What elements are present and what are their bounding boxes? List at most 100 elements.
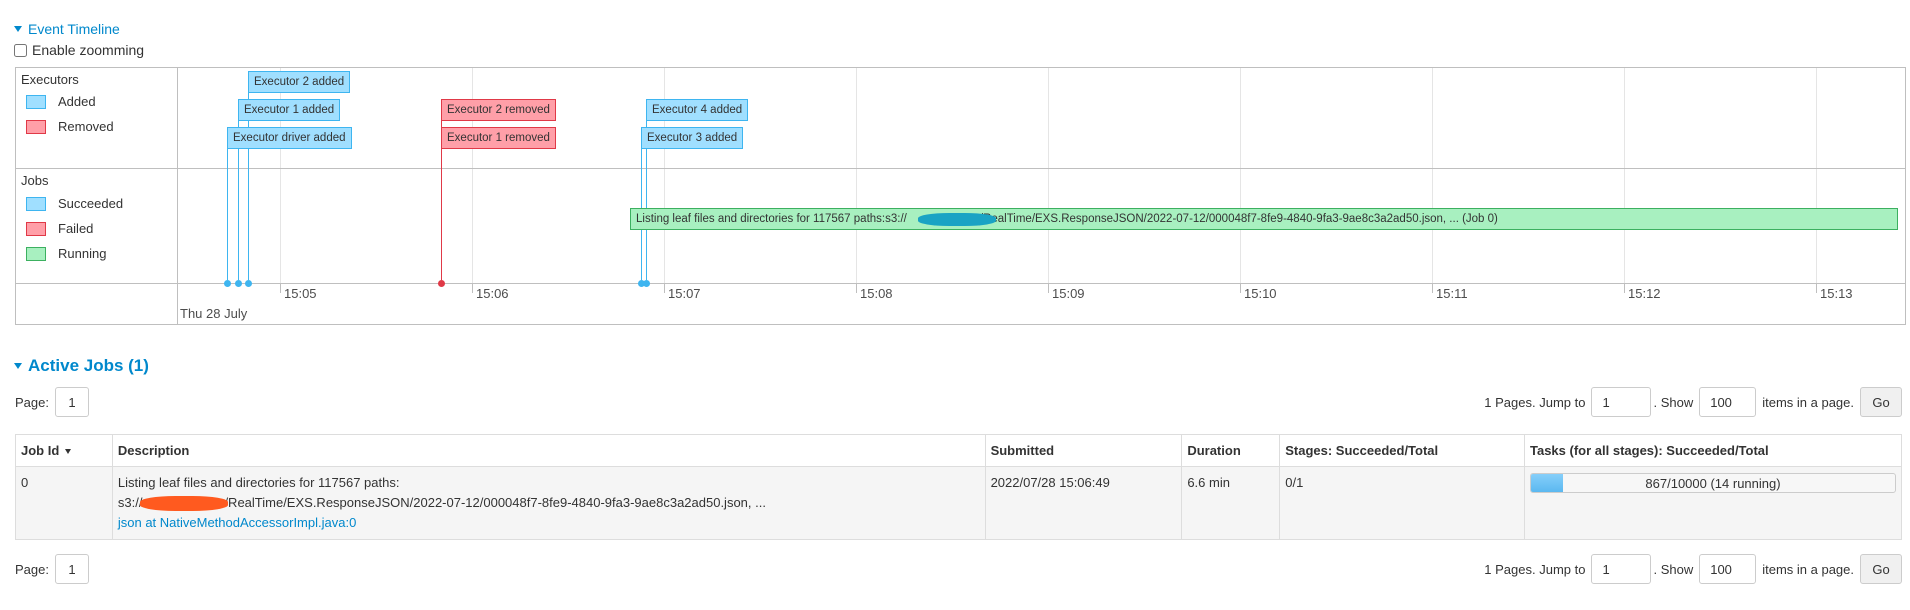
event-executor-driver-added[interactable]: Executor driver added bbox=[227, 127, 352, 149]
legend-label: Removed bbox=[58, 119, 114, 134]
tasks-progress-bar: 867/10000 (14 running) bbox=[1530, 473, 1896, 493]
tick-label: 15:05 bbox=[284, 286, 317, 301]
timeline-date-label: Thu 28 July bbox=[180, 306, 248, 321]
description-line-2: s3:// /RealTime/EXS.ResponseJSON/2022-07-… bbox=[118, 493, 980, 513]
event-timeline-toggle[interactable]: Event Timeline bbox=[14, 21, 120, 37]
jobs-group-title: Jobs bbox=[21, 173, 49, 188]
legend-label: Failed bbox=[58, 221, 94, 236]
tick-mark bbox=[472, 283, 473, 293]
redaction-scribble bbox=[139, 496, 228, 511]
go-button[interactable]: Go bbox=[1860, 387, 1902, 417]
legend-job-succeeded: Succeeded bbox=[26, 196, 123, 211]
event-dot[interactable] bbox=[235, 280, 242, 287]
column-header-stages[interactable]: Stages: Succeeded/Total bbox=[1279, 434, 1525, 467]
path-prefix: s3:// bbox=[117, 495, 143, 510]
items-text: items in a page. bbox=[1762, 561, 1854, 577]
tick-mark bbox=[1432, 283, 1433, 293]
collapse-arrow-icon bbox=[14, 26, 22, 32]
event-connector bbox=[227, 148, 228, 280]
job-description-link[interactable]: json at NativeMethodAccessorImpl.java:0 bbox=[118, 515, 356, 530]
job-bar-text-suffix: /RealTime/EXS.ResponseJSON/2022-07-12/00… bbox=[979, 213, 1498, 225]
legend-executor-removed: Removed bbox=[26, 119, 114, 134]
enable-zooming-label: Enable zoomming bbox=[32, 42, 145, 58]
tick-mark bbox=[1624, 283, 1625, 293]
legend-job-failed: Failed bbox=[26, 221, 93, 236]
column-header-submitted[interactable]: Submitted bbox=[984, 434, 1183, 467]
grid-line bbox=[1624, 68, 1625, 292]
event-executor-1-added[interactable]: Executor 1 added bbox=[238, 99, 341, 121]
column-header-description[interactable]: Description bbox=[111, 434, 986, 467]
sort-desc-icon bbox=[65, 449, 72, 455]
pagination-top: Page: 1 bbox=[15, 387, 89, 417]
show-text: . Show bbox=[1653, 561, 1694, 577]
items-text: items in a page. bbox=[1762, 394, 1854, 410]
page-label: Page: bbox=[15, 394, 49, 410]
cell-duration: 6.6 min bbox=[1181, 466, 1281, 540]
path-suffix: /RealTime/EXS.ResponseJSON/2022-07-12/00… bbox=[224, 495, 766, 510]
jump-to-page-input[interactable]: 1 bbox=[1591, 554, 1652, 584]
event-dot[interactable] bbox=[245, 280, 252, 287]
description-line-1: Listing leaf files and directories for 1… bbox=[117, 475, 400, 490]
event-executor-4-added[interactable]: Executor 4 added bbox=[646, 99, 749, 121]
event-executor-1-removed[interactable]: Executor 1 removed bbox=[441, 127, 556, 149]
tick-mark bbox=[1816, 283, 1817, 293]
grid-line bbox=[1240, 68, 1241, 292]
column-header-job-id[interactable]: Job Id bbox=[15, 434, 113, 467]
legend-label: Added bbox=[58, 94, 96, 109]
tick-label: 15:09 bbox=[1052, 286, 1085, 301]
tick-label: 15:08 bbox=[860, 286, 893, 301]
redaction-scribble bbox=[918, 213, 996, 226]
pages-text: 1 Pages. Jump to bbox=[1484, 561, 1586, 577]
event-dot[interactable] bbox=[438, 280, 445, 287]
page-number-button[interactable]: 1 bbox=[54, 387, 89, 417]
executors-group-title: Executors bbox=[21, 72, 79, 87]
tick-label: 15:07 bbox=[668, 286, 701, 301]
tick-label: 15:11 bbox=[1436, 286, 1468, 301]
enable-zooming-row: Enable zoomming bbox=[14, 42, 144, 58]
event-executor-2-added[interactable]: Executor 2 added bbox=[248, 71, 351, 93]
tick-mark bbox=[1048, 283, 1049, 293]
legend-label: Running bbox=[58, 246, 107, 261]
grid-line bbox=[1816, 68, 1817, 292]
tick-mark bbox=[664, 283, 665, 293]
tick-mark bbox=[856, 283, 857, 293]
event-dot[interactable] bbox=[224, 280, 231, 287]
jump-to-page-input[interactable]: 1 bbox=[1591, 387, 1652, 417]
cell-stages: 0/1 bbox=[1279, 466, 1525, 540]
event-dot[interactable] bbox=[643, 280, 650, 287]
show-text: . Show bbox=[1653, 394, 1694, 410]
tick-label: 15:12 bbox=[1628, 286, 1661, 301]
page-number-button[interactable]: 1 bbox=[54, 554, 89, 584]
tick-label: 15:06 bbox=[476, 286, 509, 301]
removed-swatch bbox=[26, 119, 46, 134]
go-button[interactable]: Go bbox=[1860, 554, 1902, 584]
timeline-axis-divider bbox=[16, 283, 1905, 284]
progress-text: 867/10000 (14 running) bbox=[1645, 476, 1781, 491]
cell-tasks: 867/10000 (14 running) bbox=[1524, 466, 1902, 540]
job-bar-text-prefix: Listing leaf files and directories for 1… bbox=[636, 213, 907, 225]
job-0-running-bar[interactable]: Listing leaf files and directories for 1… bbox=[630, 208, 1898, 230]
column-header-duration[interactable]: Duration bbox=[1181, 434, 1281, 467]
timeline-group-divider bbox=[16, 168, 1905, 169]
collapse-arrow-icon bbox=[14, 363, 22, 369]
column-header-tasks[interactable]: Tasks (for all stages): Succeeded/Total bbox=[1524, 434, 1902, 467]
event-timeline[interactable]: Executors Added Removed Jobs Succeeded F… bbox=[15, 67, 1906, 325]
cell-submitted: 2022/07/28 15:06:49 bbox=[984, 466, 1183, 540]
event-executor-2-removed[interactable]: Executor 2 removed bbox=[441, 99, 556, 121]
page-size-input[interactable]: 100 bbox=[1699, 387, 1757, 417]
tick-mark bbox=[280, 283, 281, 293]
active-jobs-toggle[interactable]: Active Jobs (1) bbox=[14, 356, 149, 376]
table-header-row: Job Id Description Submitted Duration St… bbox=[15, 434, 1902, 467]
page-jump-controls-top: 1 Pages. Jump to 1 . Show 100 items in a… bbox=[1484, 387, 1902, 417]
pages-text: 1 Pages. Jump to bbox=[1484, 394, 1586, 410]
tick-label: 15:13 bbox=[1820, 286, 1853, 301]
cell-description: Listing leaf files and directories for 1… bbox=[111, 466, 986, 540]
enable-zooming-checkbox[interactable] bbox=[14, 43, 27, 57]
event-executor-3-added[interactable]: Executor 3 added bbox=[641, 127, 744, 149]
running-swatch bbox=[26, 246, 46, 261]
page-size-input[interactable]: 100 bbox=[1699, 554, 1757, 584]
legend-executor-added: Added bbox=[26, 94, 96, 109]
grid-line bbox=[1048, 68, 1049, 292]
cell-job-id: 0 bbox=[15, 466, 113, 540]
page-label: Page: bbox=[15, 561, 49, 577]
